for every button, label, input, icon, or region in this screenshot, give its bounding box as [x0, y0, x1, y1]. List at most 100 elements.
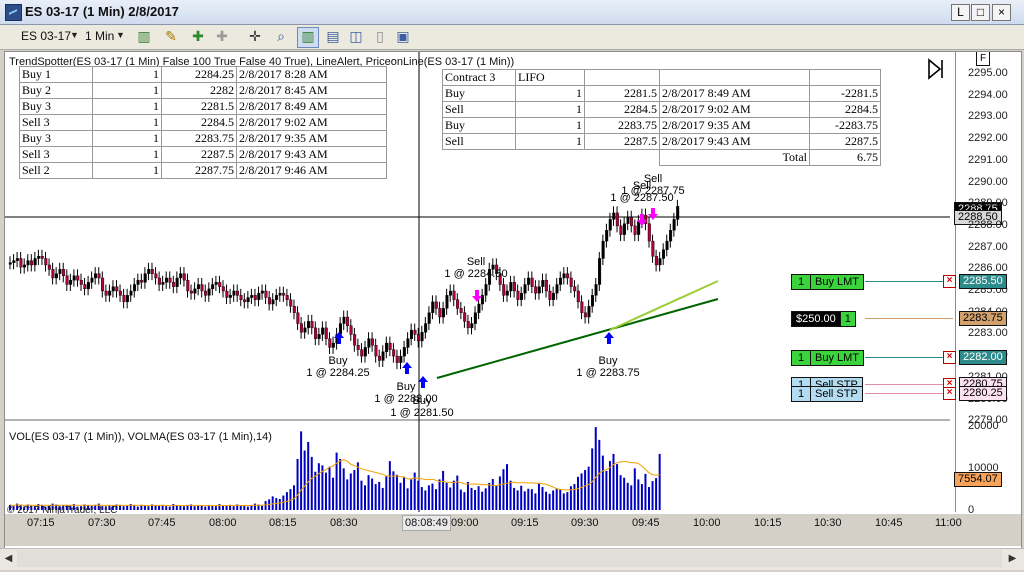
chart-app-icon	[5, 4, 22, 21]
table-cell: 2281.5	[584, 85, 660, 102]
buy-arrow-icon	[402, 362, 412, 374]
time-tick-label: 10:30	[814, 517, 842, 529]
volume-bar	[612, 453, 615, 510]
chart-trader-icon[interactable]: ▥	[297, 27, 319, 48]
position-pnl[interactable]: $250.00 1	[791, 311, 856, 327]
candle-up	[303, 327, 307, 333]
scroll-left-icon[interactable]: ◀	[0, 550, 17, 567]
volume-bar	[243, 505, 246, 510]
candle-down	[566, 273, 570, 279]
cancel-order-icon[interactable]: ×	[943, 275, 956, 288]
volume-bar	[307, 442, 310, 510]
candle-down	[253, 295, 257, 300]
price-tick-label: 2289.00	[968, 197, 1008, 210]
candle-up	[164, 277, 168, 283]
order-price-tag[interactable]: 2285.50	[959, 274, 1007, 289]
volume-bar	[559, 489, 562, 510]
indicator-icon[interactable]: ◫	[345, 27, 367, 48]
volume-bar	[477, 486, 480, 510]
candle-down	[328, 338, 332, 348]
candle-down	[172, 282, 176, 287]
candle-down	[633, 225, 637, 235]
volume-bar	[637, 479, 640, 510]
cancel-order-icon[interactable]: ×	[943, 387, 956, 400]
candle-down	[569, 277, 573, 287]
zoom-in-icon[interactable]: ✚	[187, 27, 209, 48]
candle-up	[331, 342, 335, 348]
candle-up	[406, 338, 410, 348]
volume-bar	[225, 505, 228, 510]
volume-bar	[253, 503, 256, 510]
magnifier-icon[interactable]: ⌕	[270, 27, 292, 48]
volume-bar	[509, 480, 512, 510]
candle-down	[459, 308, 463, 313]
cancel-order-icon[interactable]: ×	[943, 351, 956, 364]
volume-bar	[147, 506, 150, 510]
zoom-out-icon[interactable]: ✚	[211, 27, 233, 48]
instrument-selector[interactable]: ES 03-17	[21, 29, 71, 43]
candle-up	[321, 327, 325, 335]
price-tick-label: 2293.00	[968, 110, 1008, 123]
order-menu-button[interactable]: F	[976, 52, 991, 66]
properties-icon[interactable]: ▣	[392, 27, 414, 48]
trade-fill-label: 1 @ 2287.75	[621, 185, 684, 197]
maximize-button[interactable]: □	[971, 4, 990, 21]
time-tick-label: 08:15	[269, 517, 297, 529]
interval-selector[interactable]: 1 Min	[85, 29, 114, 43]
interval-dropdown-icon[interactable]: ▼	[116, 30, 125, 40]
candle-up	[133, 284, 137, 292]
data-box-icon[interactable]: ▤	[322, 27, 344, 48]
chart-panel[interactable]: TrendSpotter(ES 03-17 (1 Min) False 100 …	[4, 51, 1022, 549]
candle-up	[260, 290, 264, 294]
candle-up	[207, 288, 211, 296]
volume-bar	[143, 505, 146, 510]
bars-icon[interactable]: ▥	[133, 27, 155, 48]
table-cell	[809, 69, 881, 86]
candle-up	[669, 230, 673, 242]
instrument-dropdown-icon[interactable]: ▼	[70, 30, 79, 40]
minimize-button[interactable]: L	[951, 4, 970, 21]
buy-limit-order[interactable]: 1 Buy LMT	[791, 274, 865, 290]
candle-down	[413, 329, 417, 335]
strategy-icon[interactable]: ▯	[369, 27, 391, 48]
scroll-thumb[interactable]	[17, 550, 1002, 567]
volume-bar	[424, 490, 427, 510]
buy-limit-order[interactable]: 1 Buy LMT	[791, 350, 865, 366]
candle-up	[54, 273, 58, 279]
volume-bar	[356, 462, 359, 510]
volume-bar	[410, 479, 413, 510]
candle-down	[218, 282, 222, 287]
order-line	[865, 357, 953, 358]
order-label: Sell STP	[815, 388, 858, 400]
candle-up	[562, 273, 566, 279]
candle-up	[409, 329, 413, 339]
candle-down	[615, 212, 619, 227]
table-cell: 2/8/2017 9:43 AM	[236, 146, 387, 163]
candle-up	[363, 347, 367, 357]
candle-down	[282, 292, 286, 296]
candle-up	[317, 334, 321, 339]
volume-tick-label: 10000	[968, 462, 999, 474]
volume-bar	[459, 489, 462, 510]
horizontal-scrollbar[interactable]: ◀ ▶	[0, 548, 1024, 570]
volume-bar	[580, 473, 583, 510]
volume-bar	[640, 484, 643, 510]
table-cell: 2283.75	[584, 117, 660, 134]
volume-bar	[399, 482, 402, 510]
table-cell	[515, 149, 585, 166]
table-cell: 1	[515, 117, 585, 134]
close-button[interactable]: ×	[992, 4, 1011, 21]
sell-stop-order[interactable]: 1 Sell STP	[791, 386, 863, 402]
scroll-right-icon[interactable]: ▶	[1004, 550, 1021, 567]
order-price-tag[interactable]: 2280.25	[959, 386, 1007, 401]
order-price-tag[interactable]: 2283.75	[959, 311, 1007, 326]
volume-bar	[616, 464, 619, 510]
trade-side-label: Sell	[644, 173, 662, 185]
price-tick-label: 2295.00	[968, 67, 1008, 79]
crosshair-icon[interactable]: ✛	[244, 27, 266, 48]
pencil-icon[interactable]: ✎	[160, 27, 182, 48]
order-price-tag[interactable]: 2282.00	[959, 350, 1007, 365]
volume-bar	[449, 487, 452, 510]
candle-down	[289, 299, 293, 307]
order-qty: 1	[792, 351, 811, 365]
